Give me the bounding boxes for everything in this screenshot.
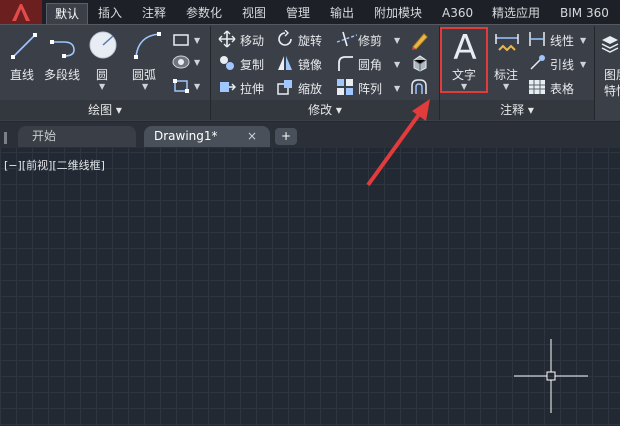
tab-manage[interactable]: 管理	[278, 3, 318, 24]
new-tab-button[interactable]: +	[275, 128, 297, 145]
circle-dropdown-icon[interactable]: ▼	[99, 82, 105, 91]
close-tab-icon[interactable]: ×	[247, 126, 257, 147]
arc-icon[interactable]	[132, 30, 162, 64]
annotation-panel-title[interactable]: 注释 ▾	[440, 100, 594, 120]
linear-dropdown-icon[interactable]: ▼	[580, 36, 586, 45]
leader-button-label[interactable]: 引线	[550, 56, 574, 73]
circle-button-label[interactable]: 圆	[96, 66, 108, 83]
rectangle-dropdown-icon[interactable]: ▼	[194, 36, 200, 45]
trim-button-label[interactable]: 修剪	[358, 32, 382, 49]
leader-dropdown-icon[interactable]: ▼	[580, 60, 586, 69]
rotate-button-label[interactable]: 旋转	[298, 32, 322, 49]
erase-icon[interactable]	[410, 30, 430, 54]
fillet-dropdown-icon[interactable]: ▼	[394, 60, 400, 69]
array-dropdown-icon[interactable]: ▼	[394, 84, 400, 93]
layer-properties-icon[interactable]	[600, 32, 620, 60]
tab-parametric[interactable]: 参数化	[178, 3, 230, 24]
dimension-icon[interactable]	[494, 32, 520, 64]
boundary-dropdown-icon[interactable]: ▼	[194, 82, 200, 91]
file-tab-start[interactable]: 开始	[18, 126, 136, 147]
trim-icon[interactable]	[336, 30, 358, 52]
copy-icon[interactable]	[218, 54, 236, 76]
boundary-icon[interactable]	[172, 78, 190, 98]
text-tool-highlight	[440, 27, 488, 93]
stretch-icon[interactable]	[218, 78, 237, 100]
file-tab-drawing1-label: Drawing1*	[154, 129, 218, 143]
tab-scroll-icon[interactable]	[4, 130, 14, 144]
app-menu-button[interactable]	[0, 0, 42, 24]
leader-icon[interactable]	[528, 54, 546, 76]
scale-icon[interactable]	[276, 78, 294, 100]
tab-a360[interactable]: A360	[434, 3, 481, 24]
circle-icon[interactable]	[88, 30, 118, 64]
tab-view[interactable]: 视图	[234, 3, 274, 24]
hatch-icon[interactable]	[172, 54, 190, 74]
rotate-icon[interactable]	[276, 29, 294, 52]
panel-separator	[594, 26, 595, 120]
rectangle-icon[interactable]	[172, 32, 190, 51]
linear-button-label[interactable]: 线性	[550, 32, 574, 49]
tab-default[interactable]: 默认	[46, 3, 89, 25]
line-button-label[interactable]: 直线	[10, 66, 34, 83]
tab-annotate[interactable]: 注释	[134, 3, 174, 24]
array-icon[interactable]	[336, 78, 354, 100]
tab-addins[interactable]: 附加模块	[366, 3, 430, 24]
move-icon[interactable]	[218, 30, 236, 52]
tab-bim360[interactable]: BIM 360	[552, 3, 617, 24]
linear-dim-icon[interactable]	[528, 30, 546, 52]
explode-icon[interactable]	[410, 54, 430, 76]
trim-dropdown-icon[interactable]: ▼	[394, 36, 400, 45]
polyline-button-label[interactable]: 多段线	[44, 66, 80, 83]
viewport-controls-label[interactable]: [−][前视][二维线框]	[4, 157, 105, 173]
hatch-dropdown-icon[interactable]: ▼	[194, 58, 200, 67]
mirror-button-label[interactable]: 镜像	[298, 56, 322, 73]
scale-button-label[interactable]: 缩放	[298, 80, 322, 97]
draw-panel-title[interactable]: 绘图 ▾	[0, 100, 210, 120]
fillet-button-label[interactable]: 圆角	[358, 56, 382, 73]
line-icon[interactable]	[10, 32, 38, 64]
move-button-label[interactable]: 移动	[240, 32, 264, 49]
arc-dropdown-icon[interactable]: ▼	[142, 82, 148, 91]
stretch-button-label[interactable]: 拉伸	[240, 80, 264, 97]
layers-label-top[interactable]: 图层	[604, 66, 620, 83]
table-icon[interactable]	[528, 78, 546, 100]
red-arrow-annotation-icon	[366, 99, 430, 187]
dimension-button-label[interactable]: 标注	[494, 66, 518, 83]
tab-insert[interactable]: 插入	[90, 3, 130, 24]
tab-featured-apps[interactable]: 精选应用	[484, 3, 548, 24]
fillet-icon[interactable]	[336, 54, 354, 76]
mirror-icon[interactable]	[276, 54, 294, 76]
arc-button-label[interactable]: 圆弧	[132, 66, 156, 83]
table-button-label[interactable]: 表格	[550, 80, 574, 97]
autocad-logo-icon	[12, 4, 30, 21]
dimension-dropdown-icon[interactable]: ▼	[503, 82, 509, 91]
copy-button-label[interactable]: 复制	[240, 56, 264, 73]
tab-output[interactable]: 输出	[322, 3, 362, 24]
crosshair-cursor-icon	[514, 339, 588, 413]
polyline-icon[interactable]	[48, 32, 80, 64]
layers-label-bottom[interactable]: 特性	[604, 82, 620, 99]
